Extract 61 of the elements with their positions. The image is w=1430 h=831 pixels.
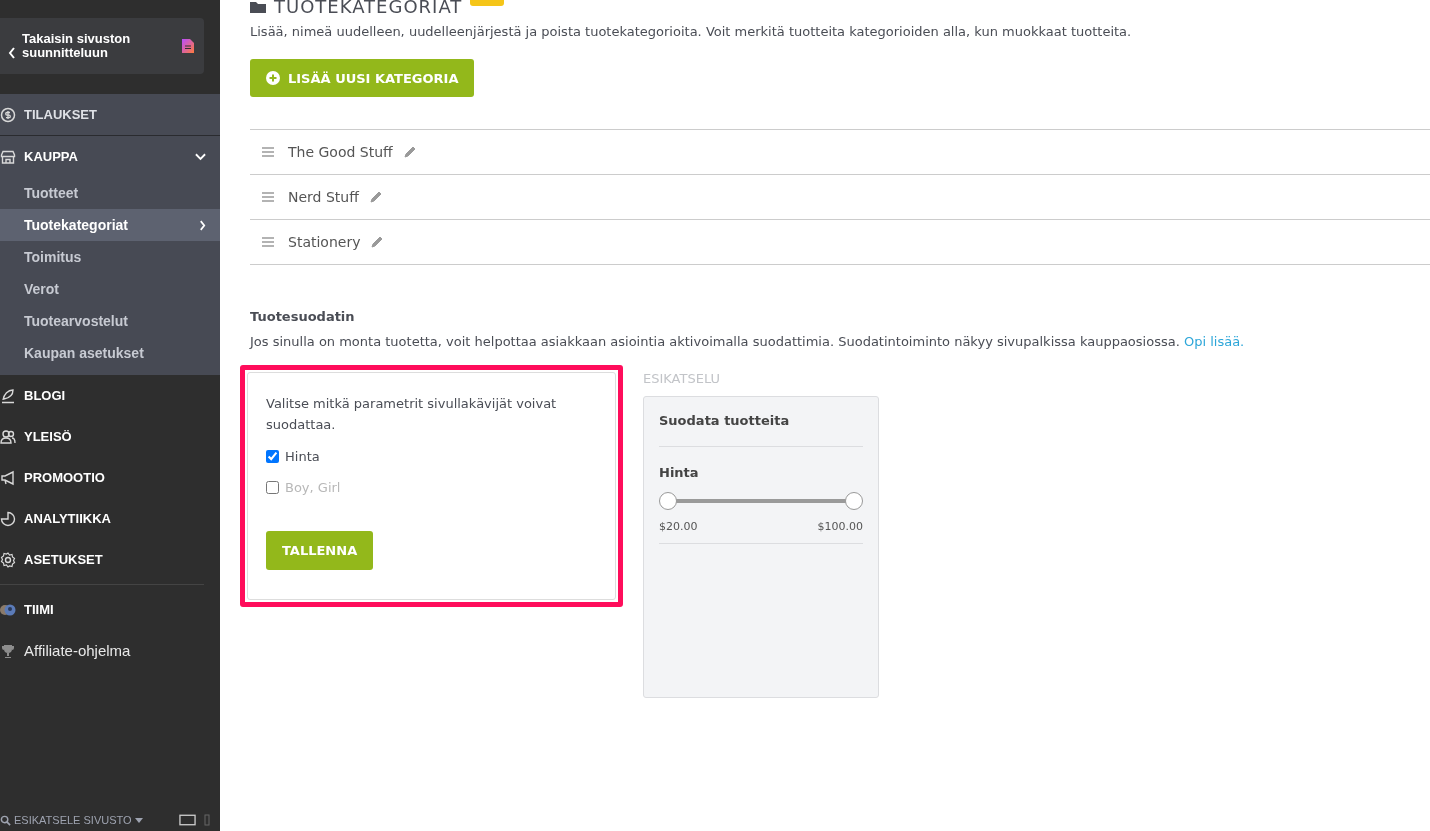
checkbox[interactable] [266,450,279,463]
category-name: Nerd Stuff [288,189,359,205]
nav-subitem[interactable]: Verot [0,273,220,305]
filter-title: Suodata tuotteita [659,413,863,447]
folder-icon [250,1,266,13]
drag-handle-icon [262,237,274,247]
category-name: Stationery [288,234,361,250]
trophy-icon [0,642,16,659]
section-description: Jos sinulla on monta tuotetta, voit helpottaa asiakkaan asiointia aktivoimalla suodattimia. Suodatintoiminto näkyy sivupalkissa kauppaosiossa. Opi lisää. [250,334,1246,349]
section-title: Tuotesuodatin [250,309,356,324]
edit-icon [402,145,417,159]
feather-icon [0,387,16,404]
megaphone-icon [0,469,16,486]
settings-icon [0,551,16,568]
plus-circle-icon [266,71,280,85]
filter-prompt: Valitse mitkä parametrit sivullakävijät voivat suodattaa. [266,395,558,434]
plan-badge [470,0,505,6]
category-name: The Good Stuff [288,144,393,160]
people-icon [0,428,16,445]
page-title: TUOTEKATEGORIAT [274,0,463,16]
nav-item[interactable]: YLEISÖ [0,416,220,457]
nav-item[interactable]: TIIMI [0,589,220,630]
chevron-right-icon [199,219,206,231]
edit-icon [368,190,383,204]
mobile-icon [203,814,210,826]
nav-item[interactable]: ASETUKSET [0,539,220,580]
nav-item[interactable]: ANALYTIIKKA [0,498,220,539]
nav-subitem[interactable]: Tuotekategoriat [0,209,220,241]
search-icon [0,814,11,826]
desktop-icon [178,814,196,826]
nav-item[interactable]: Affiliate-ohjelma [0,630,220,671]
checkbox[interactable] [266,481,279,494]
pie-chart-icon [0,510,16,527]
nav-item[interactable]: TILAUKSET [0,94,220,136]
min-price: $20.00 [659,520,698,533]
preview-site-button[interactable]: ESIKATSELE SIVUSTO [0,814,143,826]
chevron-left-icon [8,47,16,59]
nav-subitem[interactable]: Tuotteet [0,177,220,209]
preview-label: ESIKATSELU [643,371,721,386]
nav-subitem[interactable]: Kaupan asetukset [0,337,220,369]
nav-item[interactable]: BLOGI [0,375,220,416]
option-label: Hinta [285,449,320,464]
drag-handle-icon [262,192,274,202]
slider-thumb[interactable] [845,492,863,510]
range-slider[interactable] [659,492,863,510]
drag-handle-icon [262,147,274,157]
slider-thumb[interactable] [659,492,677,510]
nav-item[interactable]: PROMOOTIO [0,457,220,498]
max-price: $100.00 [817,520,863,533]
nav-subitem[interactable]: Tuotearvostelut [0,305,220,337]
nav-subitem[interactable]: Toimitus [0,241,220,273]
caret-icon [134,817,143,823]
nav-item[interactable]: KAUPPA [0,136,220,177]
price-label: Hinta [659,465,700,480]
back-button[interactable]: Takaisin sivuston suunnitteluun [0,18,204,74]
store-icon [0,148,16,165]
document-icon [182,39,194,53]
option-label: Boy, Girl [285,480,341,495]
dollar-icon [0,106,16,123]
edit-icon [370,235,385,249]
page-description: Lisää, nimeä uudelleen, uudelleenjärjestä ja poista tuotekategorioita. Voit merkitä tuotteita kategorioiden alla, kun muokkaat tuotteita. [250,24,1133,39]
